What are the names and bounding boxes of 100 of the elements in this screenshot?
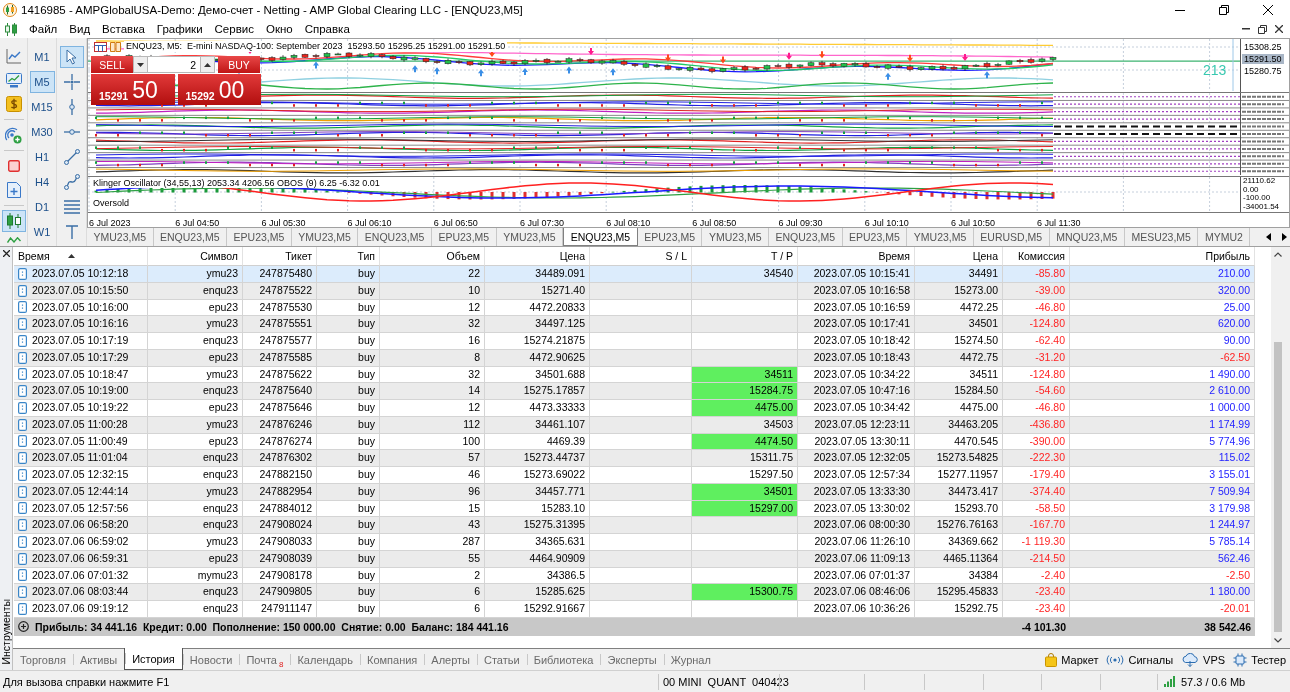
table-row[interactable]: 2023.07.05 10:16:16 ymu23 247875551 buy 32 34497.125 2023.07.05 10:17:41 34501 -124.80 620.00	[14, 316, 1255, 333]
table-cell: epu23	[148, 349, 243, 367]
axis-label: 21110.62	[1243, 177, 1277, 186]
table-cell: 2023.07.06 08:00:30	[798, 517, 915, 534]
table-cell: 2023.07.05 10:19:00	[32, 383, 129, 399]
stacked-lines-icon	[63, 200, 80, 214]
chart-tab[interactable]: ENQU23,M5	[769, 228, 843, 246]
vertical-scrollbar[interactable]	[1271, 247, 1285, 648]
menu-item[interactable]: Справка	[298, 23, 356, 35]
table-cell: 6	[380, 584, 485, 601]
menu-item[interactable]: Вставка	[96, 23, 151, 35]
table-row[interactable]: 2023.07.05 10:19:22 epu23 247875646 buy 12 4473.33333 4475.00 2023.07.05 10:34:42 4475.00 -46.80 1 000.00	[14, 400, 1255, 417]
document-icon	[18, 385, 27, 398]
scrollbar-thumb[interactable]	[1274, 342, 1282, 632]
cloud-icon	[1181, 652, 1200, 667]
panel-tab[interactable]: Алерты	[424, 649, 477, 670]
panel-title: Инструменты	[0, 598, 12, 664]
chart-tab[interactable]: YMU23,M5	[702, 228, 769, 246]
panel-tab[interactable]: Календарь	[290, 649, 360, 670]
table-row[interactable]: 2023.07.05 10:19:00 enqu23 247875640 buy 14 15275.17857 15284.75 2023.07.05 10:47:16 15284.50 -54.60 2 610.00	[14, 383, 1255, 400]
toolbar-button[interactable]	[59, 46, 84, 68]
menu-item[interactable]: Вид	[63, 23, 97, 35]
table-row[interactable]: 2023.07.06 08:03:44 enqu23 247909805 buy 6 15285.625 15300.75 2023.07.06 08:46:06 15295.45833 -23.40 1 180.00	[14, 584, 1255, 601]
chart-tab[interactable]: ENQU23,M5	[153, 228, 228, 246]
table-cell: -167.70	[1003, 517, 1070, 534]
panel-tab[interactable]: История	[124, 648, 183, 670]
chart-tab[interactable]: YMU23,M5	[907, 228, 974, 246]
table-cell: ymu23	[148, 266, 243, 283]
chart-tab[interactable]: EPU23,M5	[842, 228, 908, 246]
tester-button[interactable]: Тестер	[1233, 652, 1286, 667]
menu-item[interactable]: Файл	[23, 23, 64, 35]
table-cell: 34491	[915, 266, 1003, 283]
panel-tab[interactable]: Статьи	[477, 649, 527, 670]
menu-item[interactable]: Графики	[150, 23, 209, 35]
timeframe-button[interactable]: H4	[29, 171, 55, 193]
document-icon	[18, 368, 27, 381]
table-cell: 2023.07.06 08:46:06	[798, 584, 915, 601]
panel-tab[interactable]: Активы	[72, 649, 125, 670]
panel-tab[interactable]: Эксперты	[600, 649, 664, 670]
panel-tab[interactable]: Новости	[182, 649, 240, 670]
panel-tab[interactable]: Библиотека	[526, 649, 601, 670]
market-button[interactable]: Маркет	[1045, 652, 1099, 667]
close-icon[interactable]	[2, 250, 10, 257]
chart-tab[interactable]: EPU23,M5	[431, 228, 497, 246]
toolbar-button[interactable]	[1, 210, 26, 232]
chart-tab[interactable]: ENQU23,M5	[563, 228, 638, 246]
table-cell: 247911147	[243, 601, 317, 618]
chart-tab[interactable]: EPU23,M5	[637, 228, 703, 246]
table-row[interactable]: 2023.07.05 10:17:19 enqu23 247875577 buy 16 15274.21875 2023.07.05 10:18:42 15274.50 -62.40 90.00	[14, 333, 1255, 350]
scroll-up-icon[interactable]	[1274, 252, 1282, 257]
table-cell: 2023.07.05 10:18:42	[798, 333, 915, 350]
document-icon	[18, 267, 27, 280]
timeframe-button[interactable]: M5	[29, 71, 55, 93]
timeframe-button[interactable]: M15	[29, 96, 55, 118]
table-cell: 1 180.00	[1070, 584, 1255, 601]
signals-button[interactable]: Сигналы	[1106, 653, 1174, 666]
timeframe-button[interactable]: D1	[29, 196, 55, 218]
table-cell: 247908033	[243, 534, 317, 551]
chart-tab[interactable]: MNQU23,M5	[1049, 228, 1125, 246]
vps-button[interactable]: VPS	[1181, 652, 1226, 667]
timeframe-button[interactable]: M30	[29, 121, 55, 143]
table-cell: buy	[317, 416, 380, 434]
panel-tab[interactable]: Журнал	[663, 649, 718, 670]
restore-icon[interactable]	[1258, 24, 1267, 34]
scroll-right-icon[interactable]	[1282, 233, 1287, 241]
chart-tab[interactable]: ENQU23,M5	[358, 228, 432, 246]
menu-item[interactable]: Окно	[259, 23, 299, 35]
minimize-icon[interactable]	[1242, 28, 1250, 30]
scroll-left-icon[interactable]	[1266, 233, 1271, 241]
table-row[interactable]: 2023.07.05 10:12:18 ymu23 247875480 buy 22 34489.091 34540 2023.07.05 10:15:41 34491 -85.80 210.00	[14, 266, 1255, 283]
chart-tab[interactable]: EURUSD,M5	[973, 228, 1050, 246]
chart-tab[interactable]: MYMU2	[1198, 228, 1251, 246]
panel-tab[interactable]: Компания	[359, 649, 425, 670]
chart-tab[interactable]: EPU23,M5	[227, 228, 292, 246]
time-label: 6 Jul 05:30	[261, 217, 306, 227]
time-label: 6 Jul 09:30	[778, 217, 823, 227]
table-cell: 247875646	[243, 400, 317, 417]
table-row[interactable]: 2023.07.05 12:32:15 enqu23 247882150 buy 46 15273.69022 15297.50 2023.07.05 12:57:34 15277.11957 -179.40 3 155.01	[14, 467, 1255, 484]
table-row[interactable]: 2023.07.06 06:58:20 enqu23 247908024 buy 43 15275.31395 2023.07.06 08:00:30 15276.76163 -167.70 1 244.97	[14, 517, 1255, 534]
table-cell: 247876302	[243, 450, 317, 467]
table-cell: 15275.31395	[485, 517, 590, 534]
table-cell: buy	[317, 467, 380, 484]
broadcast-icon	[1106, 654, 1125, 665]
timeframe-button[interactable]: M1	[29, 46, 55, 68]
close-icon[interactable]	[1275, 25, 1283, 33]
table-row[interactable]: 2023.07.05 11:01:04 enqu23 247876302 buy 57 15273.44737 15311.75 2023.07.05 12:32:05 15273.54825 -222.30 115.02	[14, 450, 1255, 467]
timeframe-button[interactable]: H1	[29, 146, 55, 168]
scroll-down-icon[interactable]	[1274, 638, 1282, 643]
chart-tab[interactable]: YMU23,M5	[87, 228, 154, 246]
menu-item[interactable]: Сервис	[208, 23, 260, 35]
chart-tab[interactable]: YMU23,M5	[291, 228, 359, 246]
table-row[interactable]: 2023.07.06 06:59:02 ymu23 247908033 buy 287 34365.631 2023.07.06 11:26:10 34369.662 -1 119.30 5 785.14	[14, 534, 1255, 551]
panel-tab[interactable]: Торговля	[13, 649, 73, 670]
chart-tab[interactable]: MESU23,M5	[1124, 228, 1199, 246]
panel-tab[interactable]: Почта $_{8}$	[239, 649, 291, 670]
table-row[interactable]: 2023.07.06 09:19:12 enqu23 247911147 buy 6 15292.91667 2023.07.06 10:36:26 15292.75 -23.40 -20.01	[14, 601, 1255, 618]
timeframe-button[interactable]: W1	[29, 221, 55, 243]
table-cell: buy	[317, 601, 380, 618]
table-cell: -62.40	[1003, 333, 1070, 350]
table-cell-text: 2023.07.05 12:32:15	[32, 467, 129, 482]
